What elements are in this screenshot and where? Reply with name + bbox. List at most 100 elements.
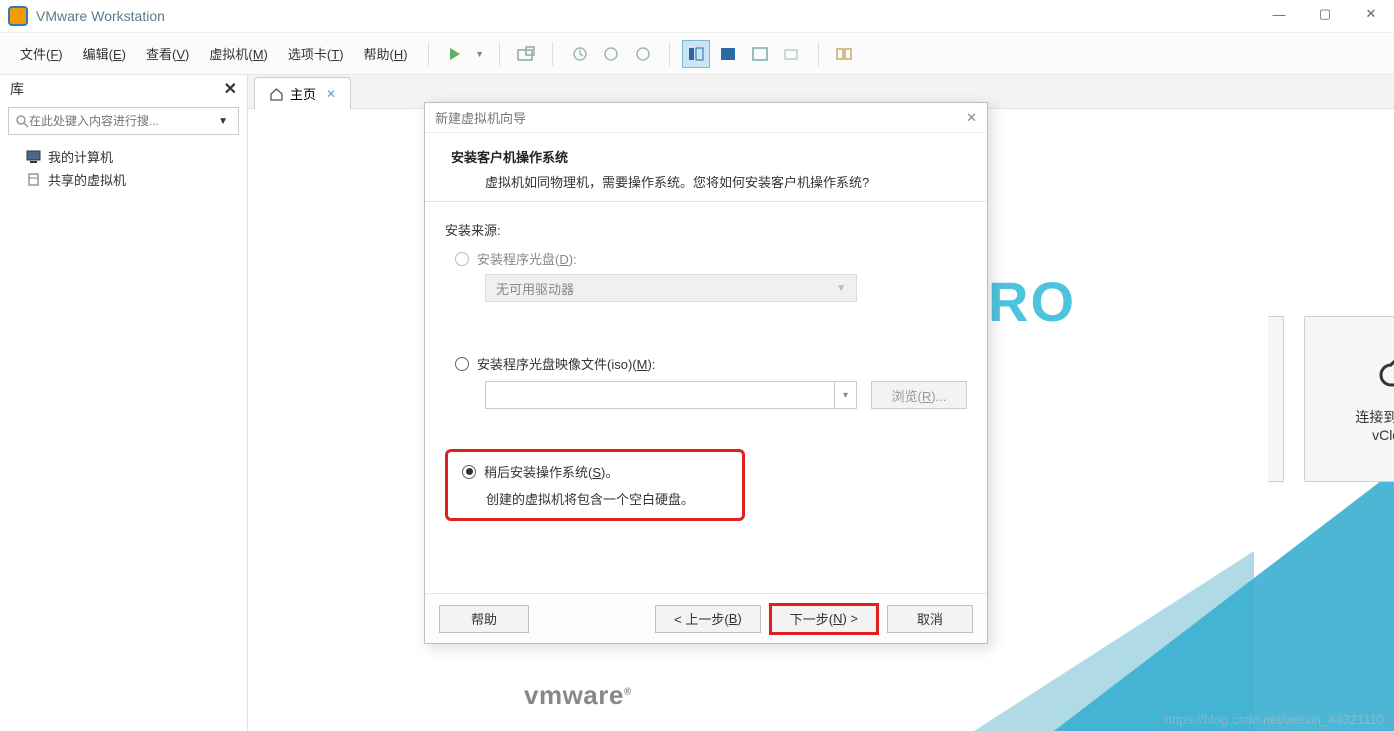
shared-icon <box>26 173 42 187</box>
toolbar-separator <box>669 42 670 66</box>
view-console-button[interactable] <box>714 40 742 68</box>
toolbar-separator <box>499 42 500 66</box>
radio-iso-file[interactable]: 安装程序光盘映像文件(iso)(M): <box>455 354 967 373</box>
menu-help[interactable]: 帮助(H) <box>354 38 418 69</box>
tab-label: 主页 <box>290 84 316 103</box>
tree-label: 我的计算机 <box>48 147 113 166</box>
chevron-down-icon: ▼ <box>836 283 846 294</box>
sidebar: 库 ✕ ▼ 我的计算机 共享的虚拟机 <box>0 75 248 731</box>
window-controls: — ▢ ✕ <box>1256 0 1394 28</box>
search-icon <box>15 114 29 128</box>
thumb-icon <box>688 47 704 61</box>
radio-icon <box>462 465 476 479</box>
dialog-titlebar[interactable]: 新建虚拟机向导 ✕ <box>425 103 987 133</box>
vcloud-label: 连接到 VMware vCloud Air <box>1355 407 1394 443</box>
highlight-later-option: 稍后安装操作系统(S)。 创建的虚拟机将包含一个空白硬盘。 <box>445 449 745 521</box>
menu-vm[interactable]: 虚拟机(M) <box>199 38 278 69</box>
toolbar-separator <box>818 42 819 66</box>
snapshot2-button[interactable] <box>597 40 625 68</box>
cloud-icon <box>1377 355 1394 393</box>
clock-back-icon <box>571 46 587 62</box>
menu-file[interactable]: 文件(F) <box>10 38 73 69</box>
snapshot-button[interactable] <box>512 40 540 68</box>
radio-installer-disc[interactable]: 安装程序光盘(D): <box>455 249 967 268</box>
dialog-header: 安装客户机操作系统 虚拟机如同物理机，需要操作系统。您将如何安装客户机操作系统? <box>425 133 987 202</box>
tree: 我的计算机 共享的虚拟机 <box>0 139 247 197</box>
minimize-button[interactable]: — <box>1256 0 1302 28</box>
next-button[interactable]: 下一步(N) > <box>771 605 877 633</box>
vcloud-line1: 连接到 VMware <box>1355 407 1394 427</box>
console-icon <box>720 47 736 61</box>
toolbar-separator <box>428 42 429 66</box>
app-title: VMware Workstation <box>36 8 165 24</box>
disc-dropdown: 无可用驱动器 ▼ <box>485 274 857 302</box>
home-icon <box>269 87 284 101</box>
menubar: 文件(F) 编辑(E) 查看(V) 虚拟机(M) 选项卡(T) 帮助(H) ▼ <box>0 33 1394 75</box>
vmware-logo: vmware® <box>524 680 632 711</box>
menu-edit[interactable]: 编辑(E) <box>73 38 136 69</box>
play-icon <box>447 46 463 62</box>
bg-pro-text: RO <box>988 269 1076 334</box>
titlebar: VMware Workstation <box>0 0 1394 33</box>
unity-icon <box>784 47 800 61</box>
watermark: https://blog.csdn.net/weixin_44321110 <box>1165 712 1384 727</box>
clock-gear-icon <box>635 46 651 62</box>
dialog-subheading: 虚拟机如同物理机，需要操作系统。您将如何安装客户机操作系统? <box>451 172 961 191</box>
tree-label: 共享的虚拟机 <box>48 170 126 189</box>
tree-item-shared-vms[interactable]: 共享的虚拟机 <box>8 168 239 191</box>
new-vm-wizard-dialog: 新建虚拟机向导 ✕ 安装客户机操作系统 虚拟机如同物理机，需要操作系统。您将如何… <box>424 102 988 644</box>
computer-icon <box>26 150 42 164</box>
later-subtext: 创建的虚拟机将包含一个空白硬盘。 <box>486 489 728 508</box>
sidebar-title: 库 <box>10 79 24 99</box>
radio-icon <box>455 357 469 371</box>
iso-path-input: ▾ <box>485 381 857 409</box>
vcloud-card[interactable]: 连接到 VMware vCloud Air <box>1304 316 1394 482</box>
unity-button[interactable] <box>778 40 806 68</box>
view-thumb-button[interactable] <box>682 40 710 68</box>
clock-icon <box>603 46 619 62</box>
search-dropdown[interactable]: ▼ <box>214 116 232 127</box>
tab-home[interactable]: 主页 ✕ <box>254 77 351 109</box>
radio-label: 稍后安装操作系统(S)。 <box>484 462 618 481</box>
search-row[interactable]: ▼ <box>8 107 239 135</box>
play-dropdown[interactable]: ▼ <box>473 40 487 68</box>
dialog-close[interactable]: ✕ <box>966 110 977 126</box>
sidebar-close[interactable]: ✕ <box>224 79 237 99</box>
fullscreen-icon <box>752 47 768 61</box>
radio-label: 安装程序光盘映像文件(iso)(M): <box>477 354 655 373</box>
card-fragment <box>1268 316 1284 482</box>
dialog-title-text: 新建虚拟机向导 <box>435 108 526 127</box>
library-icon <box>836 47 854 61</box>
iso-path-dropdown: ▾ <box>834 382 856 408</box>
dialog-footer: 帮助 < 上一步(B) 下一步(N) > 取消 <box>425 593 987 643</box>
library-button[interactable] <box>831 40 859 68</box>
menu-tabs[interactable]: 选项卡(T) <box>278 38 354 69</box>
snapshot-icon <box>517 46 535 62</box>
menu-view[interactable]: 查看(V) <box>136 38 199 69</box>
browse-button: 浏览(R)... <box>871 381 967 409</box>
maximize-button[interactable]: ▢ <box>1302 0 1348 28</box>
app-icon <box>8 6 28 26</box>
back-button[interactable]: < 上一步(B) <box>655 605 761 633</box>
iso-path-row: ▾ 浏览(R)... <box>485 381 967 409</box>
install-source-label: 安装来源: <box>445 220 967 239</box>
bg-triangle <box>1054 471 1394 731</box>
dialog-body: 安装来源: 安装程序光盘(D): 无可用驱动器 ▼ 安装程序光盘映像文件(iso… <box>425 202 987 594</box>
toolbar-separator <box>552 42 553 66</box>
search-input[interactable] <box>29 114 214 128</box>
tree-item-my-computer[interactable]: 我的计算机 <box>8 145 239 168</box>
sidebar-header: 库 ✕ <box>0 75 247 103</box>
dialog-heading: 安装客户机操作系统 <box>451 147 961 166</box>
radio-label: 安装程序光盘(D): <box>477 249 577 268</box>
tab-close[interactable]: ✕ <box>326 87 336 101</box>
fullscreen-button[interactable] <box>746 40 774 68</box>
help-button[interactable]: 帮助 <box>439 605 529 633</box>
disc-value: 无可用驱动器 <box>496 279 574 298</box>
revert-button[interactable] <box>565 40 593 68</box>
close-button[interactable]: ✕ <box>1348 0 1394 28</box>
play-button[interactable] <box>441 40 469 68</box>
radio-install-later[interactable]: 稍后安装操作系统(S)。 <box>462 462 728 481</box>
cancel-button[interactable]: 取消 <box>887 605 973 633</box>
manage-button[interactable] <box>629 40 657 68</box>
vcloud-line2: vCloud Air <box>1355 427 1394 443</box>
